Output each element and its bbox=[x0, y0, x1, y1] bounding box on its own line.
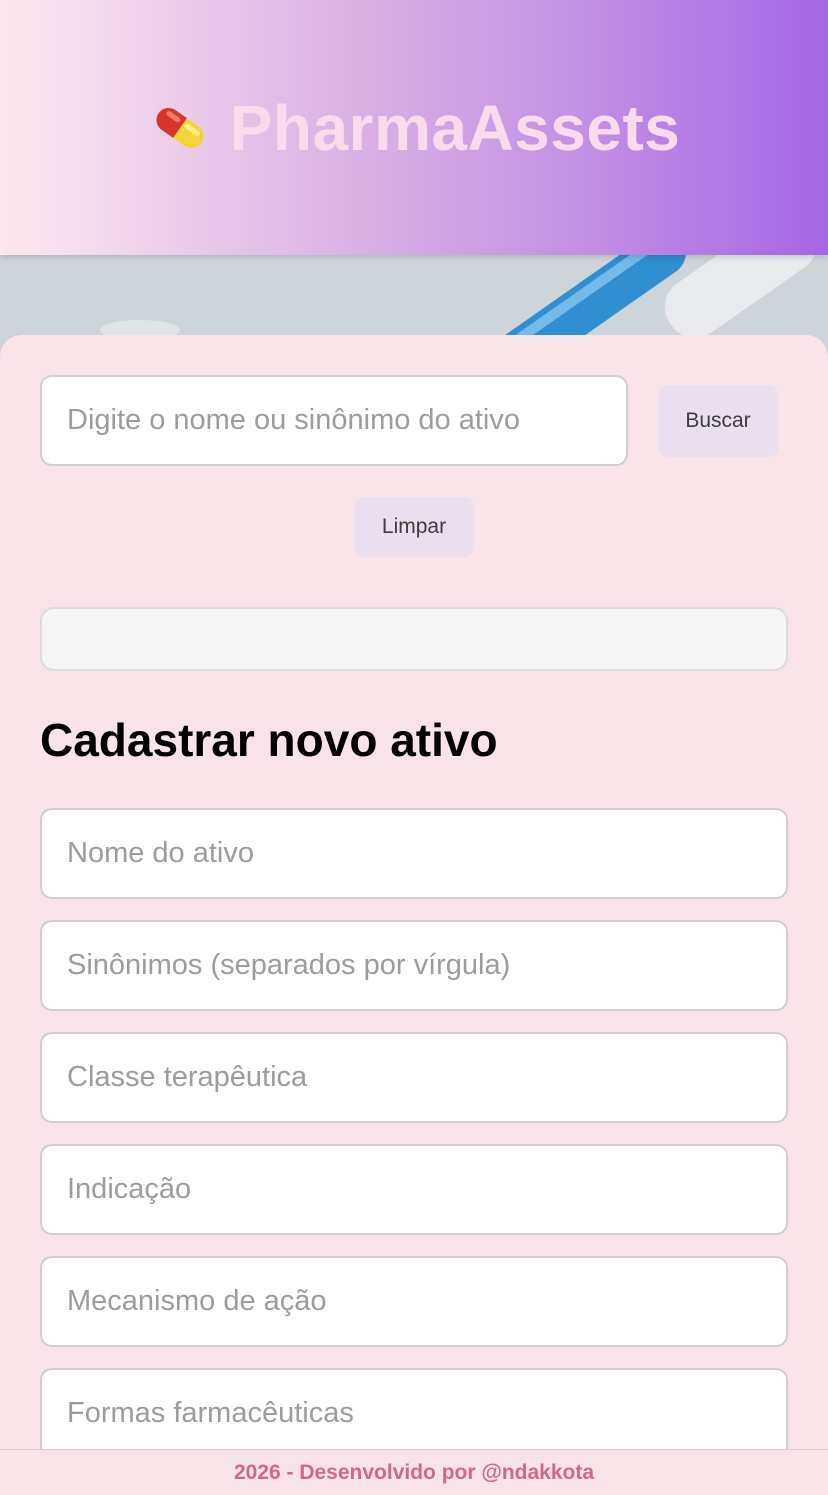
footer-credit: 2026 - Desenvolvido por @ndakkota bbox=[233, 1460, 595, 1484]
pill-icon bbox=[156, 107, 204, 148]
register-form bbox=[40, 808, 788, 1480]
therapeutic-class-field[interactable] bbox=[40, 1032, 788, 1123]
search-results-box bbox=[40, 607, 788, 671]
search-button[interactable]: Buscar bbox=[658, 385, 778, 457]
main-card: Buscar Limpar Cadastrar novo ativo bbox=[0, 335, 828, 1495]
indication-field[interactable] bbox=[40, 1144, 788, 1235]
synonyms-field[interactable] bbox=[40, 920, 788, 1011]
pharmaceutical-forms-field[interactable] bbox=[40, 1368, 788, 1459]
register-section-title: Cadastrar novo ativo bbox=[40, 714, 498, 766]
brand: PharmaAssets bbox=[148, 91, 681, 165]
mechanism-of-action-field[interactable] bbox=[40, 1256, 788, 1347]
pills-background-image bbox=[0, 250, 828, 340]
app-header: PharmaAssets bbox=[0, 0, 828, 255]
search-input[interactable] bbox=[40, 375, 628, 466]
asset-name-field[interactable] bbox=[40, 808, 788, 899]
app-title: PharmaAssets bbox=[229, 91, 681, 164]
clear-button[interactable]: Limpar bbox=[354, 497, 474, 557]
page-footer: 2026 - Desenvolvido por @ndakkota bbox=[0, 1449, 828, 1495]
search-bar: Buscar bbox=[40, 375, 788, 466]
